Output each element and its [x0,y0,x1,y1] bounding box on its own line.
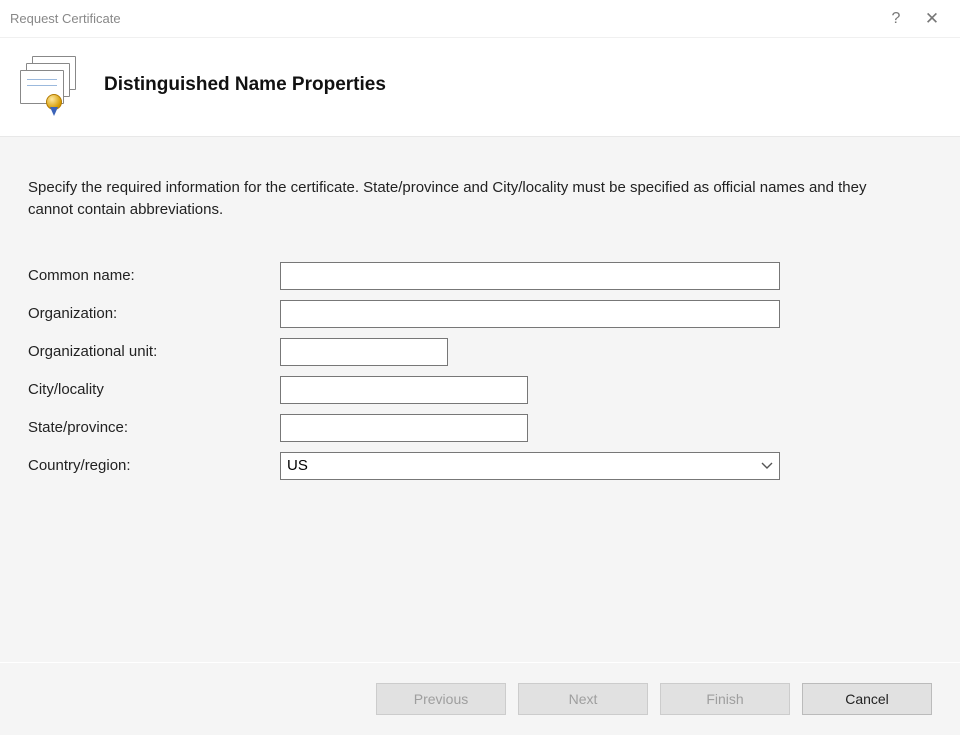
previous-button: Previous [376,683,506,715]
finish-button: Finish [660,683,790,715]
label-common-name: Common name: [28,267,280,284]
organizational-unit-input[interactable] [280,338,448,366]
label-org-unit: Organizational unit: [28,343,280,360]
city-locality-input[interactable] [280,376,528,404]
next-button: Next [518,683,648,715]
close-icon[interactable]: ✕ [914,6,950,31]
titlebar: Request Certificate ? ✕ [0,0,960,38]
row-org-unit: Organizational unit: [28,333,932,371]
certificates-icon [20,56,78,114]
row-city: City/locality [28,371,932,409]
page-title: Distinguished Name Properties [104,74,386,96]
state-province-input[interactable] [280,414,528,442]
label-country: Country/region: [28,457,280,474]
label-organization: Organization: [28,305,280,322]
window-title: Request Certificate [10,11,878,26]
row-common-name: Common name: [28,257,932,295]
row-country: Country/region: US [28,447,932,485]
footer: Previous Next Finish Cancel [0,663,960,735]
cancel-button[interactable]: Cancel [802,683,932,715]
help-icon[interactable]: ? [878,7,914,31]
header: Distinguished Name Properties [0,38,960,137]
country-region-select[interactable]: US [280,452,780,480]
chevron-down-icon [761,459,773,473]
content-area: Specify the required information for the… [0,137,960,662]
row-organization: Organization: [28,295,932,333]
common-name-input[interactable] [280,262,780,290]
country-region-value: US [287,457,308,474]
organization-input[interactable] [280,300,780,328]
row-state: State/province: [28,409,932,447]
instruction-text: Specify the required information for the… [28,177,908,221]
label-state: State/province: [28,419,280,436]
label-city: City/locality [28,381,280,398]
